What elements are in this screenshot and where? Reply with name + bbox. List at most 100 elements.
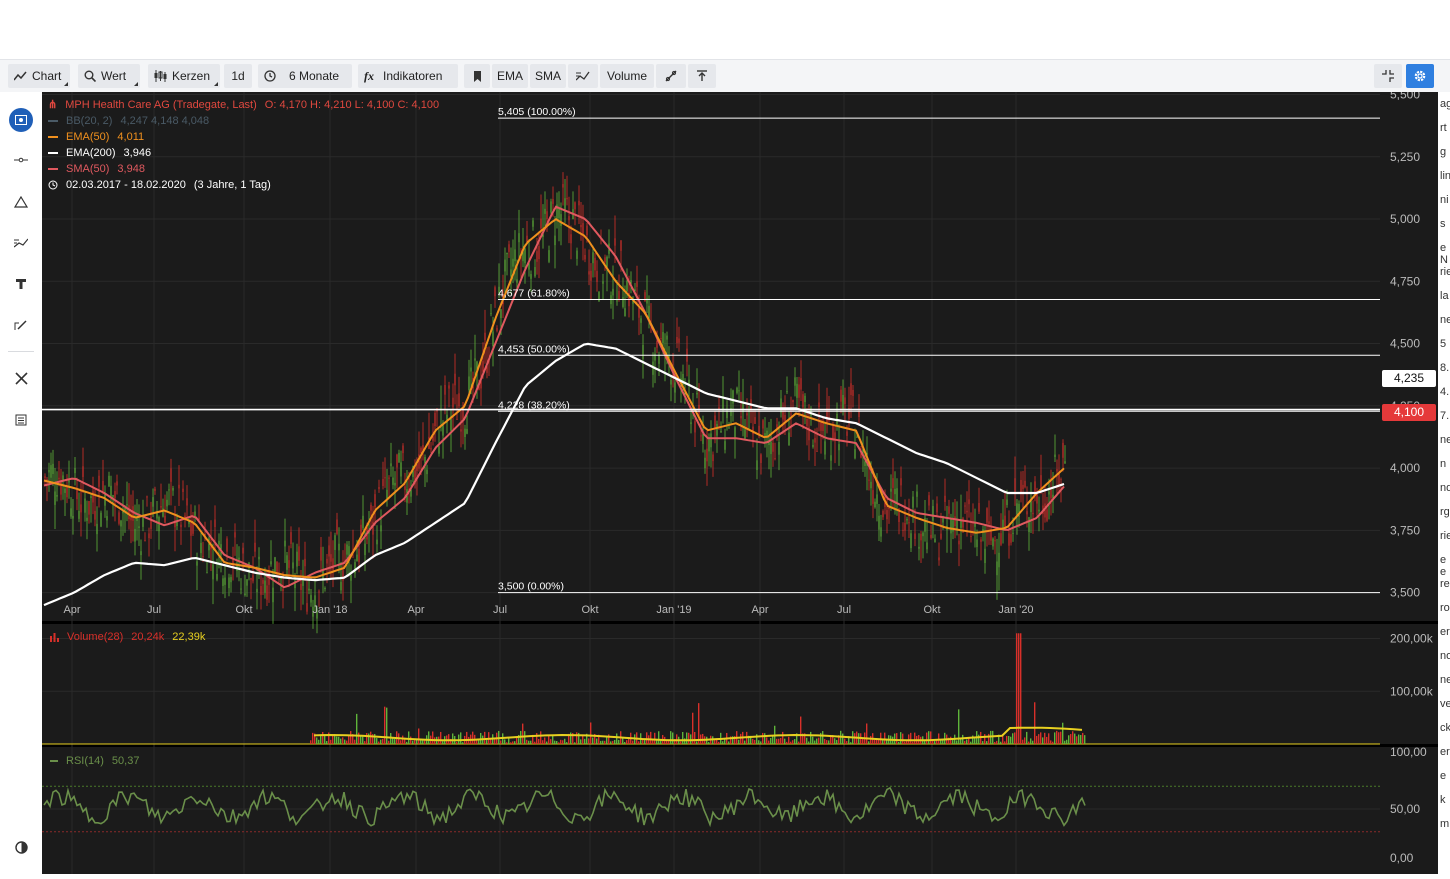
candle-body	[642, 344, 644, 360]
candle-body	[58, 477, 60, 480]
candle-body	[524, 248, 526, 264]
sma-button[interactable]: SMA	[530, 64, 566, 88]
volume-bar	[1004, 741, 1006, 744]
volume-bar	[592, 737, 594, 744]
sidebar-line-tool[interactable]	[10, 149, 32, 171]
volume-bar	[670, 731, 672, 744]
y-tick-label: 4,000	[1390, 461, 1420, 475]
value-button[interactable]: Wert	[78, 64, 140, 88]
volume-bar	[378, 741, 380, 744]
sidebar-draw-tool[interactable]	[10, 314, 32, 336]
clipped-text-line: la	[1440, 290, 1449, 302]
candle-body	[290, 532, 292, 544]
candle-body	[494, 287, 496, 297]
sidebar-text-tool[interactable]	[10, 273, 32, 295]
candle-body	[772, 442, 774, 452]
volume-bar	[564, 738, 566, 744]
candle-body	[112, 495, 114, 498]
candle-body	[986, 508, 988, 523]
volume-bar	[628, 738, 630, 744]
candle-body	[754, 417, 756, 424]
candles-button[interactable]: Kerzen	[148, 64, 220, 88]
ema-label: EMA	[497, 69, 524, 83]
candle-body	[468, 376, 470, 391]
candlestick-icon	[154, 70, 167, 82]
volume-value-2: 22,39k	[172, 631, 206, 643]
candle-body	[484, 332, 486, 340]
ema50-label[interactable]: EMA(50)	[66, 129, 109, 145]
candle-body	[874, 501, 876, 508]
candle-body	[254, 542, 256, 552]
volume-bar	[758, 740, 760, 744]
candle-body	[230, 577, 232, 583]
indicator-settings-button[interactable]	[568, 64, 598, 88]
candle-body	[876, 494, 878, 504]
rsi-panel-label[interactable]: RSI(14)	[66, 755, 104, 767]
chart-type-button[interactable]: Chart	[8, 64, 70, 88]
rsi-tick-label: 50,00	[1390, 802, 1420, 816]
bookmark-button[interactable]	[464, 64, 490, 88]
settings-button[interactable]	[1406, 64, 1434, 88]
candle-body	[950, 518, 952, 534]
candle-body	[272, 587, 274, 603]
clipped-text-line: ck	[1440, 722, 1450, 734]
volume-bar	[1032, 740, 1034, 744]
candle-body	[852, 389, 854, 396]
ema-button[interactable]: EMA	[492, 64, 528, 88]
candle-body	[384, 477, 386, 479]
ema200-label[interactable]: EMA(200)	[66, 145, 116, 161]
volume-bar	[874, 739, 876, 744]
ohlc-values: O: 4,170 H: 4,210 L: 4,100 C: 4,100	[264, 99, 440, 111]
volume-bar	[766, 737, 768, 744]
volume-tick-label: 200,00k	[1390, 632, 1434, 646]
interval-button[interactable]: 1d	[224, 64, 252, 88]
sidebar-fib-tool[interactable]	[10, 232, 32, 254]
candle-body	[76, 489, 78, 500]
volume-bar	[816, 738, 818, 744]
candle-body	[712, 454, 714, 462]
chart-canvas[interactable]: 5,405 (100.00%) 4,677 (61.80%) 4,453 (50.0…	[42, 92, 1380, 874]
volume-bar	[466, 731, 468, 744]
sidebar-list-button[interactable]	[10, 409, 32, 431]
volume-bar	[1052, 741, 1054, 744]
candle-body	[374, 494, 376, 507]
price-axis[interactable]: 3,5003,7504,0004,2504,5004,7505,0005,250…	[1380, 87, 1438, 874]
volume-bar	[358, 732, 360, 744]
sidebar-triangle-tool[interactable]	[10, 191, 32, 213]
candle-body	[98, 475, 100, 487]
candle-body	[544, 208, 546, 214]
candle-body	[1010, 534, 1012, 543]
volume-panel-label[interactable]: Volume(28)	[67, 631, 123, 643]
rsi-tick-label: 100,00	[1390, 745, 1427, 759]
candle-body	[996, 561, 998, 576]
volume-bar	[654, 732, 656, 744]
candle-body	[964, 505, 966, 507]
sidebar-tools-button[interactable]	[10, 367, 32, 389]
candle-body	[94, 510, 96, 520]
candles-label: Kerzen	[172, 69, 211, 83]
candle-body	[256, 588, 258, 593]
candle-body	[1040, 475, 1042, 489]
y-tick-label: 5,500	[1390, 92, 1420, 101]
volume-bar	[402, 735, 404, 744]
candle-body	[602, 281, 604, 284]
theme-toggle-button[interactable]	[10, 836, 32, 858]
fullscreen-button[interactable]	[1374, 64, 1402, 88]
volume-bar	[534, 741, 536, 744]
upload-button[interactable]	[688, 64, 716, 88]
draw-tool-button[interactable]	[656, 64, 686, 88]
sidebar-cursor-tool[interactable]	[9, 108, 33, 132]
volume-button[interactable]: Volume	[600, 64, 654, 88]
volume-bar	[506, 742, 508, 744]
volume-bar	[788, 736, 790, 744]
volume-bar	[544, 737, 546, 744]
bb-label[interactable]: BB(20, 2)	[66, 113, 112, 129]
volume-bar	[1054, 732, 1056, 744]
instrument-title[interactable]: MPH Health Care AG (Tradegate, Last)	[65, 97, 257, 113]
indicators-button[interactable]: fx Indikatoren	[358, 64, 458, 88]
sma50-label[interactable]: SMA(50)	[66, 161, 109, 177]
period-button[interactable]: 6 Monate	[258, 64, 352, 88]
candle-body	[78, 511, 80, 519]
candle-body	[958, 540, 960, 545]
candle-body	[420, 447, 422, 454]
